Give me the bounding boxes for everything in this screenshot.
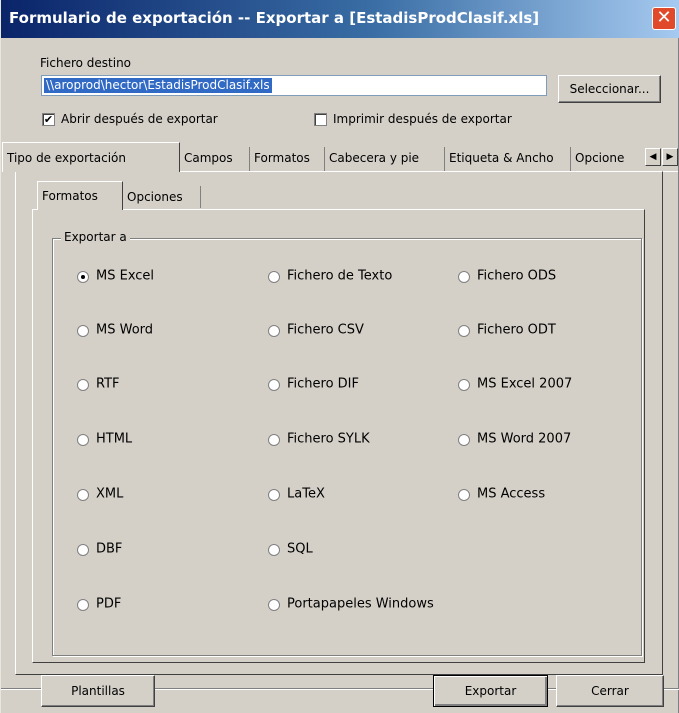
radio-ms-excel-2007[interactable]: MS Excel 2007 bbox=[458, 376, 572, 392]
checkmark-icon: ✔ bbox=[43, 113, 54, 126]
subtab-formats[interactable]: Formatos bbox=[37, 181, 123, 210]
open-after-label: Abrir después de exportar bbox=[61, 112, 218, 126]
tab-label: Etiqueta & Ancho bbox=[449, 151, 554, 165]
subtab-label: Opciones bbox=[127, 190, 183, 204]
radio-icon bbox=[268, 270, 280, 283]
radio-label: MS Word 2007 bbox=[477, 431, 572, 447]
radio-html[interactable]: HTML bbox=[77, 431, 132, 447]
triangle-left-icon[interactable]: ◀ bbox=[645, 148, 661, 166]
radio-label: MS Excel 2007 bbox=[477, 376, 573, 392]
print-after-checkbox[interactable] bbox=[314, 113, 327, 126]
radio-label: Fichero ODS bbox=[477, 268, 557, 284]
select-file-button[interactable]: Seleccionar... bbox=[558, 75, 661, 103]
radio-icon bbox=[77, 433, 89, 446]
radio-icon bbox=[77, 543, 89, 556]
destination-label: Fichero destino bbox=[40, 56, 132, 70]
radio-label: Portapapeles Windows bbox=[287, 596, 434, 612]
radio-icon bbox=[268, 543, 280, 556]
window-title: Formulario de exportación -- Exportar a … bbox=[9, 9, 540, 27]
radio-icon bbox=[268, 598, 280, 611]
radio-label: MS Access bbox=[477, 486, 546, 502]
radio-label: XML bbox=[96, 486, 124, 502]
radio-label: Fichero SYLK bbox=[287, 431, 370, 447]
tab-options[interactable]: Opcione bbox=[571, 147, 641, 171]
export-to-title: Exportar a bbox=[61, 230, 130, 244]
radio-icon bbox=[77, 598, 89, 611]
radio-label: Fichero CSV bbox=[287, 322, 364, 338]
radio-ms-word[interactable]: MS Word bbox=[77, 322, 153, 338]
radio-odt-file[interactable]: Fichero ODT bbox=[458, 322, 556, 338]
tab-label: Cabecera y pie bbox=[329, 151, 420, 165]
radio-latex[interactable]: LaTeX bbox=[268, 486, 325, 502]
radio-icon bbox=[77, 378, 89, 391]
radio-csv-file[interactable]: Fichero CSV bbox=[268, 322, 364, 338]
radio-ms-access[interactable]: MS Access bbox=[458, 486, 545, 502]
subtab-options[interactable]: Opciones bbox=[123, 186, 201, 208]
radio-icon bbox=[77, 324, 89, 337]
radio-icon bbox=[458, 488, 470, 501]
radio-ms-excel[interactable]: MS Excel bbox=[77, 268, 154, 284]
triangle-right-icon[interactable]: ▶ bbox=[662, 148, 678, 166]
tab-export-type[interactable]: Tipo de exportación bbox=[2, 142, 180, 172]
tab-formats[interactable]: Formatos bbox=[250, 147, 325, 171]
close-icon[interactable]: ✕ bbox=[652, 7, 676, 30]
print-after-label: Imprimir después de exportar bbox=[333, 112, 512, 126]
radio-icon bbox=[268, 433, 280, 446]
radio-rtf[interactable]: RTF bbox=[77, 376, 120, 392]
radio-label: DBF bbox=[96, 541, 123, 557]
radio-dbf[interactable]: DBF bbox=[77, 541, 122, 557]
radio-label: SQL bbox=[287, 541, 313, 557]
radio-icon bbox=[458, 270, 470, 283]
radio-label: MS Excel bbox=[96, 268, 155, 284]
tab-header-footer[interactable]: Cabecera y pie bbox=[325, 147, 445, 171]
close-button[interactable]: Cerrar bbox=[556, 675, 664, 707]
radio-icon bbox=[77, 488, 89, 501]
radio-label: MS Word bbox=[96, 322, 154, 338]
tab-label: Opcione bbox=[575, 151, 625, 165]
radio-dif-file[interactable]: Fichero DIF bbox=[268, 376, 359, 392]
templates-button[interactable]: Plantillas bbox=[41, 675, 155, 707]
title-bar[interactable]: Formulario de exportación -- Exportar a … bbox=[1, 0, 679, 38]
tab-label: Tipo de exportación bbox=[7, 151, 126, 165]
tab-label: Formatos bbox=[254, 151, 310, 165]
radio-ms-word-2007[interactable]: MS Word 2007 bbox=[458, 431, 571, 447]
radio-label: Fichero de Texto bbox=[287, 268, 393, 284]
radio-label: RTF bbox=[96, 376, 120, 392]
radio-icon bbox=[458, 433, 470, 446]
radio-label: Fichero DIF bbox=[287, 376, 359, 392]
radio-icon bbox=[458, 324, 470, 337]
export-button[interactable]: Exportar bbox=[433, 675, 548, 707]
destination-path-field[interactable]: \\aroprod\hector\EstadisProdClasif.xls bbox=[41, 75, 547, 96]
radio-text-file[interactable]: Fichero de Texto bbox=[268, 268, 392, 284]
radio-ods-file[interactable]: Fichero ODS bbox=[458, 268, 556, 284]
radio-pdf[interactable]: PDF bbox=[77, 596, 121, 612]
subtab-label: Formatos bbox=[42, 189, 98, 203]
radio-icon bbox=[268, 488, 280, 501]
radio-label: LaTeX bbox=[287, 486, 325, 502]
open-after-checkbox[interactable]: ✔ bbox=[42, 113, 55, 126]
tab-label-width[interactable]: Etiqueta & Ancho bbox=[445, 147, 571, 171]
radio-label: HTML bbox=[96, 431, 133, 447]
tab-fields[interactable]: Campos bbox=[180, 147, 250, 171]
radio-label: PDF bbox=[96, 596, 122, 612]
radio-icon bbox=[268, 378, 280, 391]
radio-icon bbox=[77, 270, 89, 283]
tab-label: Campos bbox=[184, 151, 233, 165]
radio-icon bbox=[268, 324, 280, 337]
radio-icon bbox=[458, 378, 470, 391]
radio-xml[interactable]: XML bbox=[77, 486, 123, 502]
destination-path-value: \\aroprod\hector\EstadisProdClasif.xls bbox=[44, 78, 272, 93]
radio-windows-clipboard[interactable]: Portapapeles Windows bbox=[268, 596, 434, 612]
export-dialog: Formulario de exportación -- Exportar a … bbox=[0, 0, 679, 713]
radio-sylk-file[interactable]: Fichero SYLK bbox=[268, 431, 370, 447]
radio-sql[interactable]: SQL bbox=[268, 541, 313, 557]
radio-label: Fichero ODT bbox=[477, 322, 556, 338]
